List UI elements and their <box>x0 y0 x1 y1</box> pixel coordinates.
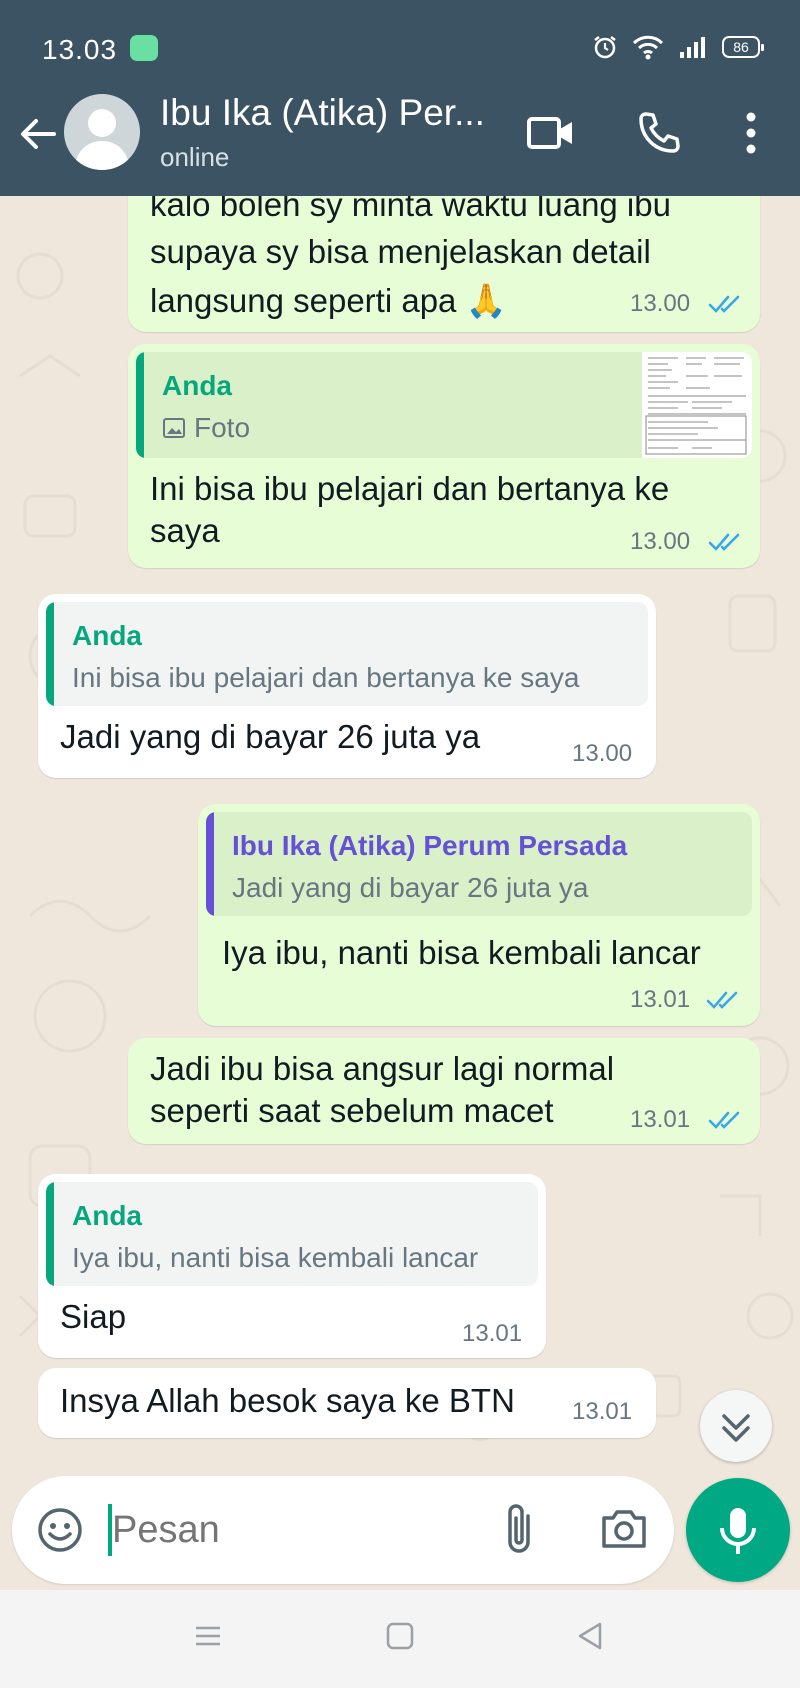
voice-record-button[interactable] <box>686 1478 790 1582</box>
message-text: supaya sy bisa menjelaskan detail <box>150 233 651 270</box>
chat-area[interactable]: kalo boleh sy minta waktu luang ibu supa… <box>0 196 800 1458</box>
reply-accent-bar <box>136 352 144 458</box>
back-arrow-icon[interactable] <box>16 112 60 156</box>
scroll-down-icon <box>722 1414 750 1442</box>
message-bubble-incoming[interactable]: Anda Ini bisa ibu pelajari dan bertanya … <box>38 594 656 778</box>
message-bubble-incoming[interactable]: Insya Allah besok saya ke BTN 13.01 <box>38 1368 656 1438</box>
message-input[interactable] <box>112 1494 482 1566</box>
photo-thumbnail[interactable] <box>642 352 752 458</box>
emoji-icon[interactable] <box>36 1506 84 1554</box>
double-check-icon <box>708 295 740 313</box>
avatar-icon <box>74 109 130 170</box>
double-check-icon <box>706 991 738 1009</box>
reply-accent-bar <box>206 812 214 916</box>
reply-text: Ini bisa ibu pelajari dan bertanya ke sa… <box>72 662 580 693</box>
top-bar: 13.03 86 Ibu Ika (Atika) Per... online <box>0 0 800 196</box>
reply-quote[interactable]: Ibu Ika (Atika) Perum Persada Jadi yang … <box>206 812 752 916</box>
system-navigation-bar <box>0 1590 800 1688</box>
signal-icon <box>680 37 705 58</box>
scroll-down-button[interactable] <box>700 1390 772 1462</box>
message-text: kalo boleh sy minta waktu luang ibu <box>150 196 671 223</box>
message-time: 13.00 <box>630 290 691 317</box>
reply-quote[interactable]: Anda Iya ibu, nanti bisa kembali lancar <box>46 1182 538 1286</box>
message-time: 13.01 <box>630 1106 691 1133</box>
message-composer <box>12 1476 674 1584</box>
message-text: langsung seperti apa 🙏 <box>150 282 507 319</box>
chat-header: Ibu Ika (Atika) Per... online <box>0 92 800 196</box>
message-time: 13.01 <box>462 1320 523 1347</box>
message-bubble-incoming[interactable]: Anda Iya ibu, nanti bisa kembali lancar … <box>38 1174 546 1358</box>
phone-icon[interactable] <box>636 110 682 156</box>
nav-back-icon[interactable] <box>574 1620 606 1652</box>
image-icon <box>163 418 185 438</box>
message-text: Insya Allah besok saya ke BTN <box>60 1382 515 1419</box>
double-check-icon <box>708 533 740 551</box>
nav-menu-icon[interactable] <box>192 1620 224 1652</box>
reply-quote[interactable]: Anda Foto <box>136 352 752 458</box>
attach-icon[interactable] <box>500 1500 540 1560</box>
message-time: 13.01 <box>572 1398 633 1425</box>
message-bubble-outgoing[interactable]: Ibu Ika (Atika) Perum Persada Jadi yang … <box>198 804 760 1026</box>
contact-name[interactable]: Ibu Ika (Atika) Per... <box>160 92 490 134</box>
message-bubble-outgoing[interactable]: kalo boleh sy minta waktu luang ibu supa… <box>128 196 760 332</box>
reply-quote[interactable]: Anda Ini bisa ibu pelajari dan bertanya … <box>46 602 648 706</box>
wifi-icon <box>632 35 664 60</box>
message-bubble-outgoing[interactable]: Jadi ibu bisa angsur lagi normal seperti… <box>128 1038 760 1144</box>
message-time: 13.01 <box>630 986 691 1013</box>
nav-home-icon[interactable] <box>384 1620 416 1652</box>
avatar[interactable] <box>64 94 140 170</box>
alarm-icon <box>594 36 616 59</box>
status-icons: 86 <box>592 34 764 60</box>
reply-text: Jadi yang di bayar 26 juta ya <box>232 872 589 903</box>
reply-author: Anda <box>72 1200 142 1231</box>
mic-icon <box>720 1508 756 1554</box>
message-time: 13.00 <box>572 740 633 767</box>
reply-text: Iya ibu, nanti bisa kembali lancar <box>72 1242 479 1273</box>
video-call-icon[interactable] <box>526 110 576 156</box>
message-text: seperti saat sebelum macet <box>150 1092 554 1129</box>
reply-author: Anda <box>72 620 142 651</box>
reply-author: Anda <box>162 370 232 401</box>
notification-app-icon <box>130 35 158 61</box>
reply-text: Foto <box>194 412 251 443</box>
message-text: Siap <box>60 1298 127 1335</box>
message-time: 13.00 <box>630 528 691 555</box>
message-text: Jadi yang di bayar 26 juta ya <box>60 718 481 755</box>
message-text: Ini bisa ibu pelajari dan bertanya ke <box>150 470 670 507</box>
camera-icon[interactable] <box>600 1506 648 1550</box>
contact-status: online <box>160 142 230 172</box>
message-bubble-outgoing[interactable]: Anda Foto Ini bisa ibu pelajari dan bert… <box>128 344 760 568</box>
reply-author: Ibu Ika (Atika) Perum Persada <box>232 830 628 861</box>
message-text: saya <box>150 512 220 549</box>
reply-accent-bar <box>46 602 54 706</box>
reply-accent-bar <box>46 1182 54 1286</box>
double-check-icon <box>708 1111 740 1129</box>
status-bar: 13.03 86 <box>0 0 800 96</box>
battery-icon: 86 <box>722 36 764 58</box>
message-text: Jadi ibu bisa angsur lagi normal <box>150 1050 615 1087</box>
status-time: 13.03 <box>42 34 118 65</box>
more-vert-icon[interactable] <box>736 110 766 156</box>
message-text: Iya ibu, nanti bisa kembali lancar <box>222 934 701 971</box>
